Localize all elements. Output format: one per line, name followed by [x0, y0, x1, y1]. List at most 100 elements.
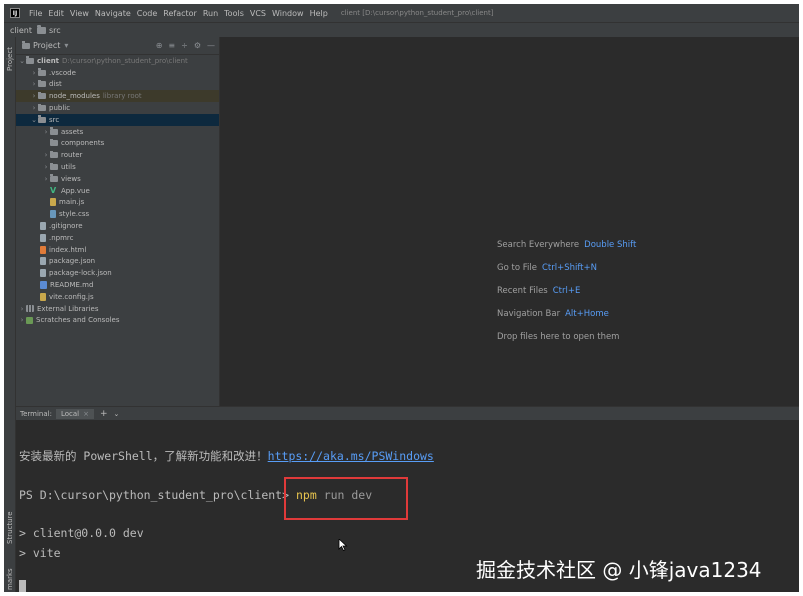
chevron-right-icon[interactable]: ›: [18, 305, 26, 313]
tree-row-app-vue[interactable]: V App.vue: [16, 185, 219, 197]
new-tab-icon[interactable]: +: [100, 409, 108, 419]
tip-drop-files: Drop files here to open them: [497, 331, 620, 342]
menu-view[interactable]: View: [67, 9, 92, 18]
tree-row-gitignore[interactable]: .gitignore: [16, 220, 219, 232]
menu-run[interactable]: Run: [200, 9, 221, 18]
window-title: client [D:\cursor\python_student_pro\cli…: [340, 9, 494, 17]
tab-local[interactable]: Local ×: [55, 408, 94, 419]
chevron-right-icon[interactable]: ›: [42, 175, 50, 183]
tree-row-public[interactable]: › public: [16, 102, 219, 114]
gear-icon[interactable]: ⚙: [194, 41, 201, 50]
chevron-down-icon[interactable]: ⌄: [30, 116, 38, 124]
tree-row-package-json[interactable]: package.json: [16, 256, 219, 268]
menu-navigate[interactable]: Navigate: [92, 9, 134, 18]
folder-icon: [38, 68, 46, 76]
chevron-right-icon[interactable]: ›: [30, 104, 38, 112]
chevron-right-icon[interactable]: ›: [30, 92, 38, 100]
bottom-left-tool-strip: Structure marks: [4, 406, 16, 592]
project-tool-tab[interactable]: Project: [6, 47, 14, 71]
prompt: PS D:\cursor\python_student_pro\client>: [19, 488, 290, 502]
powershell-notice: 安装最新的 PowerShell，了解新功能和改进！https://aka.ms…: [19, 449, 434, 463]
folder-icon: [38, 91, 46, 100]
text-file-icon: [40, 222, 46, 231]
chevron-right-icon[interactable]: ›: [42, 151, 50, 159]
chevron-right-icon[interactable]: ›: [30, 80, 38, 88]
menu-vcs[interactable]: VCS: [247, 9, 269, 18]
folder-icon: [50, 162, 58, 171]
tree-row-package-lock-json[interactable]: package-lock.json: [16, 267, 219, 279]
folder-icon: [50, 138, 58, 147]
chevron-right-icon[interactable]: ›: [42, 163, 50, 171]
project-panel-title[interactable]: Project: [33, 41, 60, 50]
editor-tips: Search Everywhere Double Shift Go to Fil…: [497, 233, 636, 348]
expand-icon[interactable]: ÷: [181, 41, 188, 50]
markdown-file-icon: [40, 281, 47, 290]
html-file-icon: [40, 245, 46, 254]
chevron-down-icon[interactable]: ⌄: [114, 410, 120, 418]
tree-row-vscode[interactable]: › .vscode: [16, 67, 219, 79]
tree-row-readme[interactable]: README.md: [16, 279, 219, 291]
folder-icon: [38, 115, 46, 123]
collapse-all-icon[interactable]: ≡: [168, 41, 175, 50]
chevron-right-icon[interactable]: ›: [30, 69, 38, 77]
folder-icon: [50, 174, 58, 182]
chevron-right-icon[interactable]: ›: [18, 316, 26, 324]
tree-row-dist[interactable]: › dist: [16, 79, 219, 91]
library-icon: [26, 305, 34, 313]
bookmarks-tool-tab[interactable]: marks: [6, 568, 14, 590]
text-cursor: [19, 580, 26, 592]
scratches-icon: [26, 316, 33, 324]
js-file-icon: [40, 292, 46, 301]
close-icon[interactable]: ×: [83, 410, 89, 418]
tree-row-router[interactable]: › router: [16, 149, 219, 161]
menu-window[interactable]: Window: [269, 9, 307, 18]
vue-file-icon: V: [50, 185, 57, 195]
tree-row-views[interactable]: › views: [16, 173, 219, 185]
hide-icon[interactable]: —: [207, 41, 215, 50]
chevron-down-icon[interactable]: ▾: [64, 41, 68, 50]
json-file-icon: [40, 269, 46, 278]
output-line-1: > client@0.0.0 dev: [19, 526, 144, 540]
tree-row-external-libraries[interactable]: › External Libraries: [16, 303, 219, 315]
tree-row-npmrc[interactable]: .npmrc: [16, 232, 219, 244]
tree-row-assets[interactable]: › assets: [16, 126, 219, 138]
tree-row-style-css[interactable]: style.css: [16, 208, 219, 220]
tree-row-main-js[interactable]: main.js: [16, 197, 219, 209]
folder-icon: [36, 24, 46, 34]
folder-icon: [50, 127, 58, 135]
tree-row-node-modules[interactable]: › node_modules library root: [16, 90, 219, 103]
tree-row-index-html[interactable]: index.html: [16, 244, 219, 256]
tree-row-components[interactable]: components: [16, 138, 219, 150]
project-panel: Project ▾ ⊕ ≡ ÷ ⚙ — ⌄ client D:\cursor\p…: [16, 37, 220, 406]
breadcrumb-client[interactable]: client: [10, 26, 32, 35]
menu-file[interactable]: File: [26, 9, 45, 18]
tip-recent-files: Recent Files Ctrl+E: [497, 285, 581, 296]
tree-row-vite-config[interactable]: vite.config.js: [16, 291, 219, 303]
intellij-logo-icon: IJ: [10, 8, 20, 18]
chevron-down-icon[interactable]: ⌄: [18, 57, 26, 65]
menu-code[interactable]: Code: [134, 9, 160, 18]
project-tree: ⌄ client D:\cursor\python_student_pro\cl…: [16, 55, 219, 326]
ide-window: IJ File Edit View Navigate Code Refactor…: [4, 4, 799, 592]
structure-tool-tab[interactable]: Structure: [6, 511, 14, 544]
tip-go-to-file: Go to File Ctrl+Shift+N: [497, 262, 597, 273]
menu-refactor[interactable]: Refactor: [160, 9, 200, 18]
watermark: 掘金技术社区 @ 小锋java1234: [476, 558, 762, 582]
breadcrumb-src[interactable]: src: [49, 26, 61, 35]
project-panel-header: Project ▾ ⊕ ≡ ÷ ⚙ —: [16, 37, 219, 55]
json-file-icon: [40, 257, 46, 266]
tree-row-scratches[interactable]: › Scratches and Consoles: [16, 315, 219, 327]
tree-row-src[interactable]: ⌄ src: [16, 113, 219, 126]
menu-edit[interactable]: Edit: [45, 9, 67, 18]
editor-area[interactable]: Search Everywhere Double Shift Go to Fil…: [220, 37, 799, 406]
menu-tools[interactable]: Tools: [221, 9, 247, 18]
tree-row-utils[interactable]: › utils: [16, 161, 219, 173]
tip-search-everywhere: Search Everywhere Double Shift: [497, 239, 637, 250]
breadcrumb: client src: [4, 22, 799, 37]
highlight-annotation: [284, 477, 408, 520]
menu-help[interactable]: Help: [307, 9, 331, 18]
powershell-link[interactable]: https://aka.ms/PSWindows: [268, 449, 434, 463]
target-icon[interactable]: ⊕: [156, 41, 163, 50]
chevron-right-icon[interactable]: ›: [42, 128, 50, 136]
tree-row-client[interactable]: ⌄ client D:\cursor\python_student_pro\cl…: [16, 55, 219, 67]
